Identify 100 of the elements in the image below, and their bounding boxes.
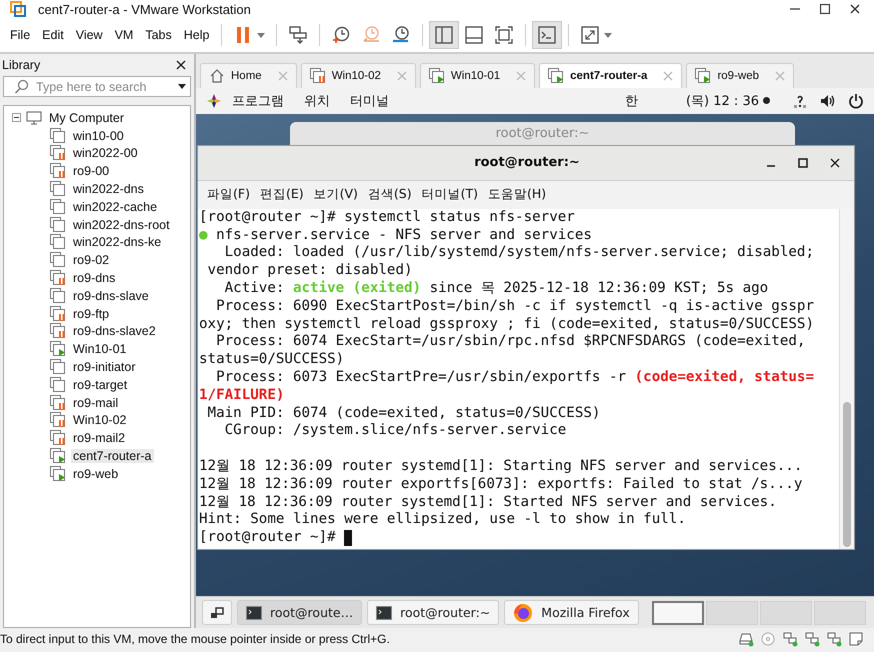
- tree-item[interactable]: Win10-02: [71, 413, 128, 428]
- status-message: To direct input to this VM, move the mouse pointer inside or press Ctrl+G.: [0, 632, 390, 646]
- menu-item[interactable]: Edit: [36, 28, 70, 42]
- caret-icon[interactable]: [178, 84, 186, 89]
- terminal-icon: [376, 604, 392, 621]
- menu-item[interactable]: View: [70, 28, 109, 42]
- paused-vm-icon: [50, 163, 66, 180]
- scrollbar-thumb[interactable]: [843, 402, 851, 547]
- maximize-icon[interactable]: [820, 4, 830, 14]
- tree-item[interactable]: win2022-dns-ke: [71, 235, 164, 250]
- window-stack-icon: [50, 376, 66, 393]
- taskbar-button[interactable]: Mozilla Firefox: [504, 600, 639, 626]
- toolbar-button[interactable]: [532, 21, 562, 49]
- tree-item[interactable]: ro9-02: [71, 253, 112, 268]
- tree-item[interactable]: ro9-dns: [71, 271, 118, 286]
- menu-item[interactable]: Tabs: [139, 28, 178, 42]
- close-icon[interactable]: [176, 60, 186, 70]
- top-bar-menu[interactable]: 터미널: [340, 92, 399, 110]
- menu-item[interactable]: Help: [178, 28, 216, 42]
- menu-item[interactable]: 검색(S): [362, 186, 417, 204]
- terminal-line: 1/FAILURE): [199, 386, 284, 405]
- terminal-line: Process: 6090 ExecStartPost=/bin/sh -c if systemctl -q is-active gsspr: [215, 298, 814, 316]
- volume-icon[interactable]: [820, 92, 836, 109]
- tree-item[interactable]: win10-00: [71, 128, 126, 143]
- tree-item[interactable]: win2022-dns: [71, 182, 146, 196]
- tab[interactable]: Home: [200, 62, 297, 88]
- tree-item[interactable]: ro9-initiator: [71, 360, 138, 374]
- terminal-line: CGroup: /system.slice/nfs-server.service: [224, 422, 566, 440]
- tab[interactable]: Win10-01: [420, 62, 536, 88]
- tree-item[interactable]: win2022-cache: [71, 200, 160, 214]
- paused-vm-icon: [50, 394, 66, 411]
- tree-item[interactable]: ro9-ftp: [71, 306, 112, 321]
- menu-item[interactable]: 도움말(H): [483, 186, 552, 204]
- close-icon[interactable]: [850, 4, 860, 14]
- network-icon: [782, 631, 798, 647]
- terminal-line: vendor preset: disabled): [206, 262, 413, 280]
- terminal-line: [root@router ~]#: [199, 529, 337, 548]
- close-icon[interactable]: [830, 158, 840, 168]
- show-desktop-button[interactable]: [202, 600, 232, 626]
- window-title: cent7-router-a - VMware Workstation: [38, 2, 252, 16]
- tree-item[interactable]: ro9-target: [71, 378, 130, 392]
- clock[interactable]: (목) 12 : 36: [686, 92, 759, 110]
- terminal-line: status=0/SUCCESS): [199, 351, 344, 370]
- taskbar-button[interactable]: root@router:~: [367, 600, 500, 626]
- power-icon[interactable]: [848, 92, 864, 109]
- window-title: root@router:~: [473, 155, 581, 170]
- running-vm-icon: [50, 466, 66, 482]
- paused-vm-icon: [50, 323, 66, 340]
- maximize-icon[interactable]: [798, 158, 808, 168]
- window-stack-icon: [50, 128, 66, 144]
- window-stack-icon: [50, 252, 66, 268]
- note-icon: [848, 631, 864, 647]
- terminal-line: 12월 18 12:36:09 router systemd[1]: Starting NFS server and services...: [199, 458, 802, 476]
- app-logo-icon: [10, 1, 26, 17]
- frame-icon: [494, 25, 514, 45]
- tab[interactable]: ro9-web: [686, 62, 794, 88]
- workspace-thumbnail[interactable]: [652, 600, 704, 625]
- top-bar-menu[interactable]: 위치: [294, 92, 340, 110]
- terminal-line: 12월 18 12:36:09 router systemd[1]: Started NFS server and services.: [199, 494, 777, 512]
- menu-item[interactable]: 파일(F): [202, 186, 255, 204]
- menu-item[interactable]: 편집(E): [254, 186, 309, 204]
- window-stack-icon: [50, 198, 66, 215]
- search-icon: [14, 78, 30, 94]
- collapse-icon[interactable]: [12, 113, 21, 122]
- tab[interactable]: cent7-router-a: [539, 62, 682, 88]
- toolbar-button[interactable]: [429, 21, 460, 49]
- terminal-window[interactable]: [197, 144, 855, 550]
- tree-item[interactable]: win2022-00: [71, 146, 140, 160]
- windows-icon: [209, 604, 225, 621]
- window-stack-icon: [50, 181, 66, 198]
- tree-item[interactable]: ro9-dns-slave: [71, 288, 151, 303]
- menu-item[interactable]: File: [4, 28, 36, 42]
- terminal-line: Process: 6073 ExecStartPre=/usr/sbin/exportfs -r (code=exited, status=: [215, 369, 814, 387]
- menu-item[interactable]: 보기(V): [308, 186, 363, 204]
- network-icon: [804, 631, 820, 647]
- input-method-indicator[interactable]: 한: [624, 92, 638, 110]
- tree-item[interactable]: My Computer: [47, 110, 126, 125]
- terminal-line: 12월 18 12:36:09 router exportfs[6073]: exportfs: Failed to stat /s...y: [199, 476, 802, 494]
- flower-logo-icon: [206, 92, 222, 109]
- taskbar-button[interactable]: root@route…: [237, 600, 362, 626]
- menu-item[interactable]: 터미널(T): [416, 186, 484, 204]
- terminal-line: Process: 6074 ExecStart=/usr/sbin/rpc.nfsd $RPCNFSDARGS (code=exited,: [215, 333, 806, 352]
- drive-icon: [738, 631, 754, 647]
- network-question-icon[interactable]: [792, 92, 808, 109]
- tree-item[interactable]: cent7-router-a: [71, 449, 154, 464]
- tree-item[interactable]: ro9-00: [71, 164, 112, 178]
- top-bar-menu[interactable]: 프로그램: [222, 92, 294, 110]
- tree-item[interactable]: ro9-web: [71, 466, 120, 481]
- disc-icon: [760, 631, 776, 647]
- tree-item[interactable]: ro9-dns-slave2: [71, 324, 158, 338]
- browser-icon: [513, 602, 534, 623]
- tree-item[interactable]: ro9-mail: [71, 396, 120, 410]
- tree-item[interactable]: ro9-mail2: [71, 431, 128, 446]
- tree-item[interactable]: win2022-dns-root: [71, 218, 172, 232]
- tab[interactable]: Win10-02: [300, 62, 416, 88]
- search-field[interactable]: Type here to search: [3, 76, 191, 97]
- clock-arrow-icon: [361, 25, 382, 45]
- menu-item[interactable]: VM: [108, 28, 140, 42]
- running-vm-icon: [428, 68, 445, 84]
- tree-item[interactable]: Win10-01: [71, 342, 128, 356]
